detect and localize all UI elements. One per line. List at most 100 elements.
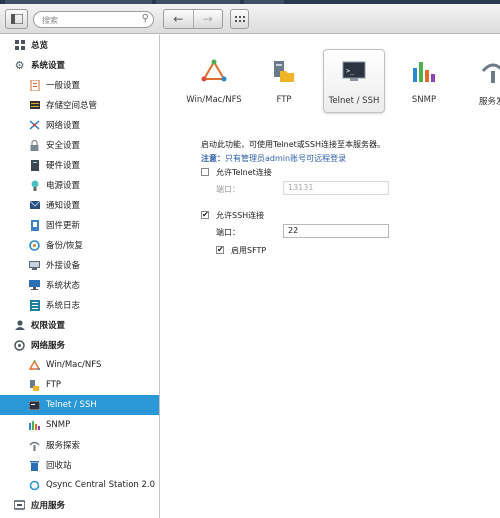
sidebar-item-label: Win/Mac/NFS (46, 360, 102, 370)
sidebar-item-network[interactable]: 网络设置 (0, 115, 159, 135)
tab-label: Win/Mac/NFS (186, 95, 242, 105)
menu-icon (10, 14, 23, 24)
system-status-icon (29, 280, 40, 291)
note-text: 注意：只有管理员admin账号可远程登录 (201, 153, 346, 164)
sidebar-item-label: 网络设置 (46, 121, 81, 131)
win-mac-nfs-icon (200, 57, 228, 85)
enable-sftp-label: 启用SFTP (231, 246, 267, 255)
sidebar-item-power[interactable]: 电源设置 (0, 175, 159, 195)
tab-label: Telnet / SSH (328, 96, 380, 106)
service-tabs: Win/Mac/NFS FTP >_ Telnet / SSH SNMP 服务发 (161, 35, 500, 115)
external-device-icon (29, 260, 40, 271)
sidebar-item-label: Telnet / SSH (46, 400, 97, 410)
sidebar-item-system-settings[interactable]: ⚙ 系统设置 (0, 55, 159, 75)
apps-grid-button[interactable] (230, 9, 249, 29)
search-icon[interactable]: ⚲ (142, 13, 149, 24)
sidebar-item-label: FTP (46, 380, 62, 390)
allow-telnet-checkbox[interactable] (201, 168, 209, 176)
telnet-port-field[interactable]: 13131 (283, 181, 389, 195)
firmware-update-icon (29, 219, 40, 231)
ssh-port-label: 端口： (216, 228, 240, 237)
sidebar-item-external[interactable]: 外接设备 (0, 255, 159, 275)
sidebar-item-win-mac-nfs[interactable]: Win/Mac/NFS (0, 355, 159, 375)
sidebar-item-telnet-ssh[interactable]: Telnet / SSH (0, 395, 159, 415)
tab-telnet-ssh[interactable]: >_ Telnet / SSH (323, 49, 385, 113)
main-panel: Win/Mac/NFS FTP >_ Telnet / SSH SNMP 服务发 (161, 35, 500, 518)
sidebar-item-label: 存储空间总管 (46, 101, 98, 111)
sidebar-item-label: 应用服务 (31, 501, 66, 511)
sidebar-item-label: 固件更新 (46, 221, 81, 231)
sidebar-item-ftp[interactable]: FTP (0, 375, 159, 395)
allow-ssh-checkbox[interactable]: ✔ (201, 211, 209, 219)
snmp-tab-icon (410, 57, 438, 85)
hardware-icon (29, 159, 40, 171)
sidebar-item-label: 备份/恢复 (46, 241, 83, 251)
sidebar-item-label: 安全设置 (46, 141, 81, 151)
sidebar-item-snmp[interactable]: SNMP (0, 415, 159, 435)
sidebar-item-label: 服务探索 (46, 441, 81, 451)
back-button[interactable]: ← (164, 10, 193, 28)
user-icon (14, 320, 25, 331)
sidebar-item-label: 一般设置 (46, 81, 81, 91)
tab-ftp[interactable]: FTP (253, 49, 315, 113)
sidebar-item-label: 系统设置 (31, 61, 66, 71)
sidebar-item-label: 电源设置 (46, 181, 81, 191)
backup-icon (29, 239, 40, 251)
sidebar-item-label: 系统状态 (46, 281, 81, 291)
general-settings-icon (29, 79, 40, 91)
power-bulb-icon (29, 180, 40, 191)
sidebar-item-storage[interactable]: 存储空间总管 (0, 95, 159, 115)
sidebar-item-app-services[interactable]: 应用服务 (0, 495, 159, 515)
sidebar-item-network-services[interactable]: 网络服务 (0, 335, 159, 355)
menu-button[interactable] (5, 9, 28, 29)
ssh-port-field[interactable]: 22 (283, 224, 389, 238)
terminal-icon (29, 400, 40, 411)
network-services-icon (14, 339, 25, 351)
snmp-chart-icon (29, 420, 40, 431)
sidebar-item-security[interactable]: 安全设置 (0, 135, 159, 155)
tab-win-mac-nfs[interactable]: Win/Mac/NFS (183, 49, 245, 113)
sidebar-item-qsync[interactable]: Qsync Central Station 2.0 (0, 475, 159, 495)
enable-sftp-checkbox[interactable]: ✔ (216, 246, 224, 254)
sidebar-item-backup[interactable]: 备份/恢复 (0, 235, 159, 255)
search-input[interactable]: 搜索 ⚲ (33, 11, 154, 28)
sidebar-item-label: 网络服务 (31, 341, 66, 351)
sidebar-item-label: 通知设置 (46, 201, 81, 211)
sidebar-item-firmware[interactable]: 固件更新 (0, 215, 159, 235)
sidebar-item-label: 外接设备 (46, 261, 81, 271)
sidebar-item-label: Qsync Central Station 2.0 (46, 480, 156, 490)
sidebar-item-notification[interactable]: 通知设置 (0, 195, 159, 215)
sidebar-item-overview[interactable]: 总览 (0, 35, 159, 55)
sidebar-item-service-discovery[interactable]: 服务探索 (0, 435, 159, 455)
gear-icon: ⚙ (14, 58, 25, 72)
sidebar-item-label: SNMP (46, 420, 71, 430)
ftp-icon (29, 379, 40, 391)
network-icon (29, 120, 40, 131)
service-discovery-icon (29, 440, 40, 451)
search-placeholder: 搜索 (42, 16, 58, 25)
sidebar-item-status[interactable]: 系统状态 (0, 275, 159, 295)
allow-ssh-label: 允许SSH连接 (216, 211, 265, 220)
recycle-bin-icon (29, 460, 40, 471)
svg-text:>_: >_ (346, 67, 355, 75)
sidebar-item-label: 系统日志 (46, 301, 81, 311)
sidebar-item-label: 权限设置 (31, 321, 66, 331)
toolbar: 搜索 ⚲ ← → (0, 4, 500, 34)
grid-icon (234, 15, 245, 22)
sidebar-item-recycle[interactable]: 回收站 (0, 455, 159, 475)
telnet-ssh-tab-icon: >_ (340, 58, 368, 86)
sidebar-item-privileges[interactable]: 权限设置 (0, 315, 159, 335)
tab-snmp[interactable]: SNMP (393, 49, 455, 113)
note-label: 注意： (201, 154, 225, 163)
qsync-icon (29, 480, 40, 491)
tab-service-discovery[interactable]: 服务发 (461, 49, 500, 113)
storage-icon (29, 100, 40, 111)
sidebar-item-general[interactable]: 一般设置 (0, 75, 159, 95)
note-body: 只有管理员admin账号可远程登录 (225, 154, 347, 163)
telnet-port-label: 端口： (216, 185, 240, 194)
ftp-tab-icon (270, 57, 298, 85)
forward-button[interactable]: → (192, 10, 223, 28)
sidebar-item-hardware[interactable]: 硬件设置 (0, 155, 159, 175)
sidebar-item-logs[interactable]: 系统日志 (0, 295, 159, 315)
sidebar-item-label: 总览 (31, 41, 49, 51)
